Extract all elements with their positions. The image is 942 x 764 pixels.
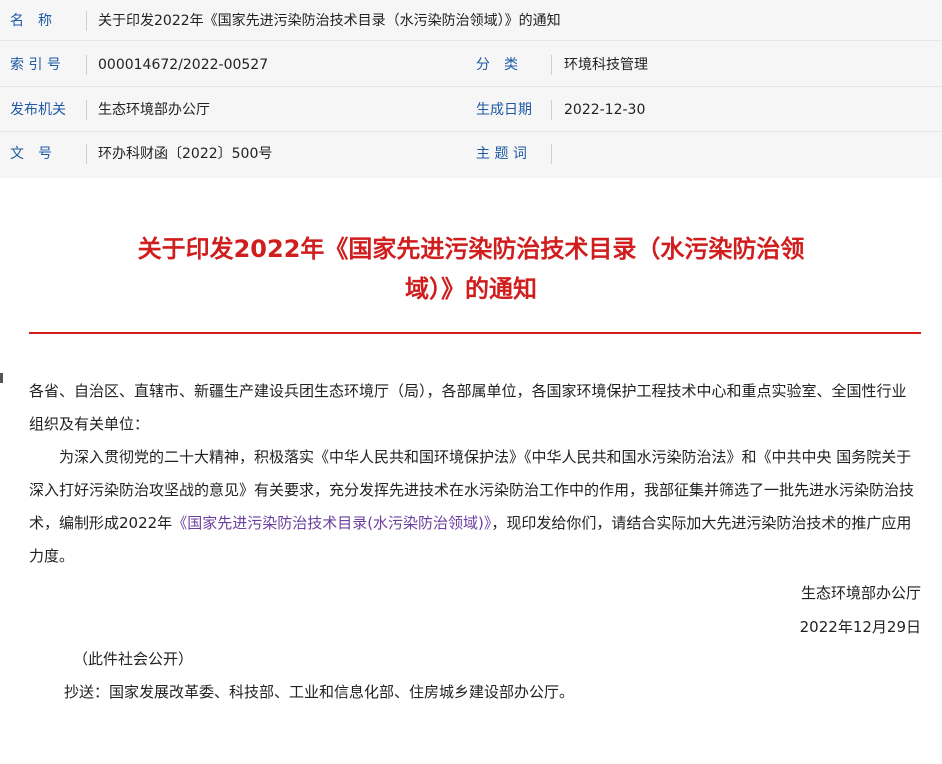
signature-block: 生态环境部办公厅 2022年12月29日 (800, 578, 921, 642)
row-divider (0, 131, 942, 132)
meta-row-issuer: 发布机关 生态环境部办公厅 生成日期 2022-12-30 (0, 93, 942, 127)
title-line-1: 关于印发2022年《国家先进污染防治技术目录（水污染防治领 (137, 235, 805, 263)
meta-row-name: 名 称 关于印发2022年《国家先进污染防治技术目录（水污染防治领域）》的通知 (0, 4, 942, 38)
row-divider (0, 86, 942, 87)
name-label: 名 称 (10, 13, 52, 29)
title-line-2: 域）》的通知 (405, 275, 537, 303)
index-value: 000014672/2022-00527 (98, 57, 269, 73)
separator (86, 11, 87, 31)
index-label: 索 引 号 (10, 57, 61, 73)
issuer-value: 生态环境部办公厅 (98, 102, 210, 118)
issuer-label: 发布机关 (10, 102, 66, 118)
meta-row-index: 索 引 号 000014672/2022-00527 分 类 环境科技管理 (0, 48, 942, 82)
document-body: 各省、自治区、直辖市、新疆生产建设兵团生态环境厅（局），各部属单位，各国家环境保… (29, 375, 921, 573)
addressee-paragraph: 各省、自治区、直辖市、新疆生产建设兵团生态环境厅（局），各部属单位，各国家环境保… (29, 382, 907, 433)
signer-name: 生态环境部办公厅 (800, 584, 921, 602)
category-value: 环境科技管理 (564, 57, 648, 73)
meta-row-docno: 文 号 环办科财函〔2022〕500号 主 题 词 (0, 137, 942, 171)
cc-list: 抄送：国家发展改革委、科技部、工业和信息化部、住房城乡建设部办公厅。 (64, 683, 575, 701)
catalog-link[interactable]: 《国家先进污染防治技术目录(水污染防治领域)》 (172, 514, 491, 532)
main-paragraph: 为深入贯彻党的二十大精神，积极落实《中华人民共和国环境保护法》《中华人民共和国水… (29, 441, 921, 573)
category-label: 分 类 (476, 57, 518, 73)
document-title: 关于印发2022年《国家先进污染防治技术目录（水污染防治领 域）》的通知 (60, 229, 882, 309)
title-divider (29, 332, 921, 334)
row-divider (0, 40, 942, 41)
separator (551, 55, 552, 75)
docno-value: 环办科财函〔2022〕500号 (98, 146, 273, 162)
separator (86, 100, 87, 120)
page: 名 称 关于印发2022年《国家先进污染防治技术目录（水污染防治领域）》的通知 … (0, 0, 942, 764)
name-value: 关于印发2022年《国家先进污染防治技术目录（水污染防治领域）》的通知 (98, 13, 561, 29)
docno-label: 文 号 (10, 146, 52, 162)
public-note: （此件社会公开） (73, 650, 194, 668)
date-value: 2022-12-30 (564, 102, 646, 118)
keyword-label: 主 题 词 (476, 146, 527, 162)
document-meta-table: 名 称 关于印发2022年《国家先进污染防治技术目录（水污染防治领域）》的通知 … (0, 0, 942, 178)
separator (86, 144, 87, 164)
signature-date: 2022年12月29日 (799, 618, 921, 636)
margin-mark (0, 373, 3, 383)
separator (86, 55, 87, 75)
separator (551, 144, 552, 164)
separator (551, 100, 552, 120)
spacer (0, 178, 942, 196)
date-label: 生成日期 (476, 102, 532, 118)
